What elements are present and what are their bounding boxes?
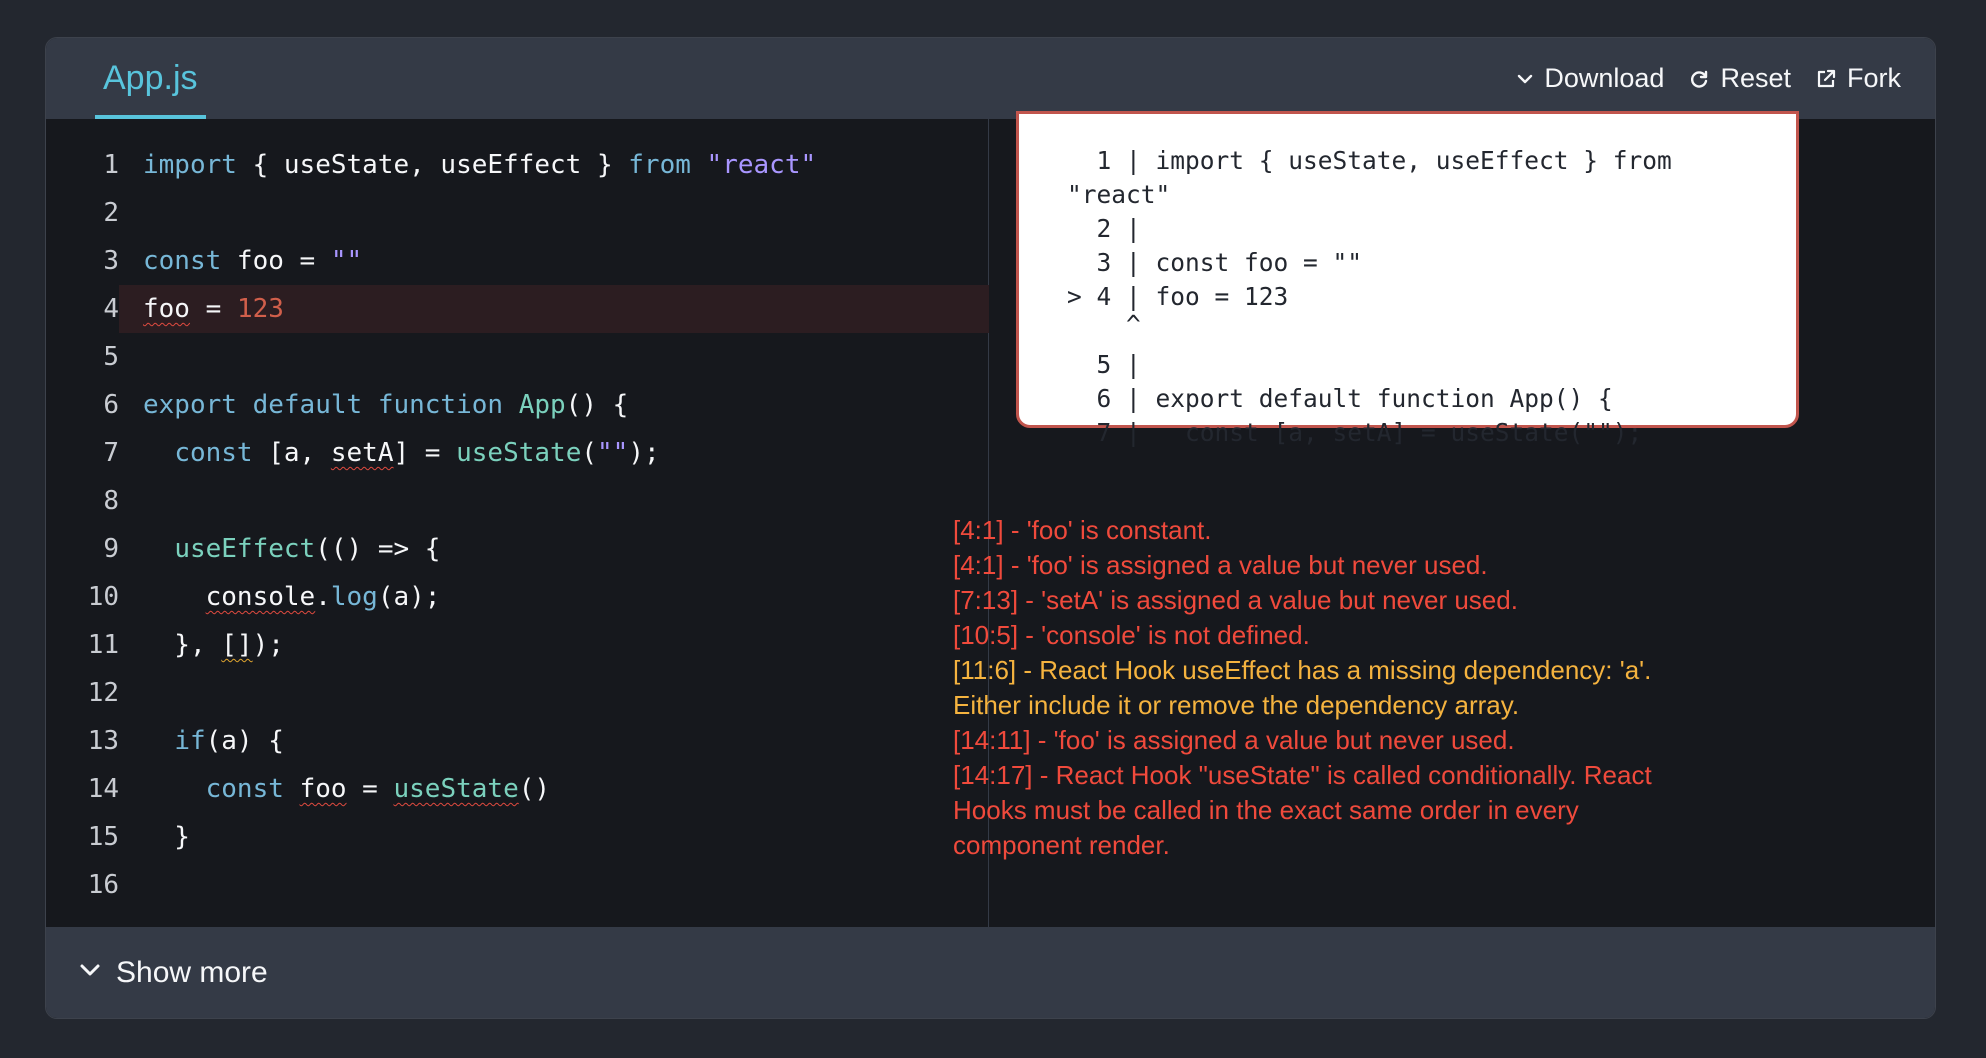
reset-button[interactable]: Reset bbox=[1688, 63, 1791, 94]
code-text: import { useState, useEffect } from "rea… bbox=[143, 150, 817, 180]
line-number: 16 bbox=[87, 870, 119, 900]
code-line: 15 } bbox=[46, 813, 989, 861]
lint-message: component render. bbox=[953, 830, 1170, 860]
lint-message: [4:1] - 'foo' is constant. bbox=[953, 515, 1212, 545]
download-button[interactable]: Download bbox=[1516, 63, 1664, 94]
refresh-icon bbox=[1688, 68, 1710, 90]
code-line-error: 4 foo = 123 bbox=[103, 285, 989, 333]
code-line: 8 bbox=[46, 477, 989, 525]
code-text: useEffect(() => { bbox=[174, 534, 441, 564]
fork-label: Fork bbox=[1847, 63, 1901, 93]
line-number: 15 bbox=[87, 822, 119, 852]
line-number: 12 bbox=[87, 678, 119, 708]
code-line: 1 import { useState, useEffect } from "r… bbox=[46, 141, 989, 189]
code-line: 16 bbox=[46, 861, 989, 909]
code-line: 14 const foo = useState() bbox=[46, 765, 989, 813]
lint-preview-pane: 1 | import { useState, useEffect } from … bbox=[953, 111, 1935, 928]
line-number: 2 bbox=[103, 198, 119, 228]
line-number: 10 bbox=[87, 582, 119, 612]
line-number: 13 bbox=[87, 726, 119, 756]
code-frame-line: 2 | bbox=[1067, 214, 1141, 243]
chevron-down-icon bbox=[78, 956, 102, 990]
code-text: const foo = "" bbox=[143, 246, 363, 276]
line-number: 8 bbox=[103, 486, 119, 516]
line-number: 5 bbox=[103, 342, 119, 372]
lint-message: [14:11] - 'foo' is assigned a value but … bbox=[953, 725, 1515, 755]
external-link-icon bbox=[1815, 68, 1837, 90]
fork-button[interactable]: Fork bbox=[1815, 63, 1901, 94]
code-frame-line: 7 | const [a, setA] = useState(""); bbox=[1067, 418, 1643, 447]
code-line: 9 useEffect(() => { bbox=[46, 525, 989, 573]
reset-label: Reset bbox=[1720, 63, 1791, 93]
code-line: 11 }, []); bbox=[46, 621, 989, 669]
line-number: 3 bbox=[103, 246, 119, 276]
code-line: 2 bbox=[46, 189, 989, 237]
line-number: 14 bbox=[87, 774, 119, 804]
chevron-down-icon bbox=[1516, 70, 1534, 88]
code-frame-line: 6 | export default function App() { bbox=[1067, 384, 1613, 413]
show-more-button[interactable]: Show more bbox=[46, 927, 1935, 1018]
code-line: 7 const [a, setA] = useState(""); bbox=[46, 429, 989, 477]
lint-message: [10:5] - 'console' is not defined. bbox=[953, 620, 1310, 650]
code-text: foo = 123 bbox=[143, 294, 284, 324]
code-frame-line: 3 | const foo = "" bbox=[1067, 248, 1363, 277]
code-text: }, []); bbox=[143, 630, 284, 660]
line-number: 7 bbox=[103, 438, 119, 468]
code-line: 6 export default function App() { bbox=[46, 381, 989, 429]
code-text: if(a) { bbox=[174, 726, 284, 756]
code-text: console.log(a); bbox=[205, 582, 441, 612]
line-number: 9 bbox=[103, 534, 119, 564]
sandpack-panel: App.js Download Reset Fork 1 import {us… bbox=[45, 37, 1936, 1019]
code-text: const [a, setA] = useState(""); bbox=[174, 438, 660, 468]
lint-message: [14:17] - React Hook "useState" is calle… bbox=[953, 760, 1652, 790]
tab-app-js[interactable]: App.js bbox=[95, 38, 206, 119]
code-line: 3 const foo = "" bbox=[46, 237, 989, 285]
code-line: 12 bbox=[46, 669, 989, 717]
code-frame-line: 1 | import { useState, useEffect } from bbox=[1067, 146, 1672, 175]
code-line: 5 bbox=[46, 333, 989, 381]
line-number: 11 bbox=[87, 630, 119, 660]
toolbar-actions: Download Reset Fork bbox=[1516, 38, 1901, 119]
code-editor[interactable]: 1 import { useState, useEffect } from "r… bbox=[46, 119, 989, 928]
line-number: 6 bbox=[103, 390, 119, 420]
code-line: 13 if(a) { bbox=[46, 717, 989, 765]
lint-message: Hooks must be called in the exact same o… bbox=[953, 795, 1579, 825]
lint-warning: [11:6] - React Hook useEffect has a miss… bbox=[953, 655, 1652, 685]
error-code-frame: 1 | import { useState, useEffect } from … bbox=[1016, 111, 1799, 447]
code-text: const foo = useState() bbox=[205, 774, 551, 804]
lint-message: [7:13] - 'setA' is assigned a value but … bbox=[953, 585, 1518, 615]
tab-label: App.js bbox=[103, 59, 198, 97]
lint-warning: Either include it or remove the dependen… bbox=[953, 690, 1520, 720]
code-text: } bbox=[143, 822, 190, 852]
code-frame-line: 5 | bbox=[1067, 350, 1141, 379]
code-line: 10 console.log(a); bbox=[46, 573, 989, 621]
lint-message: [4:1] - 'foo' is assigned a value but ne… bbox=[953, 550, 1488, 580]
download-label: Download bbox=[1544, 63, 1665, 93]
show-more-label: Show more bbox=[116, 955, 268, 989]
code-frame-caret: ^ bbox=[1067, 310, 1141, 339]
code-frame-line: "react" bbox=[1067, 180, 1171, 209]
editor-toolbar: App.js Download Reset Fork bbox=[46, 38, 1935, 119]
line-number: 4 bbox=[103, 294, 119, 324]
code-text: export default function App() { bbox=[143, 390, 629, 420]
line-number: 1 bbox=[103, 150, 119, 180]
